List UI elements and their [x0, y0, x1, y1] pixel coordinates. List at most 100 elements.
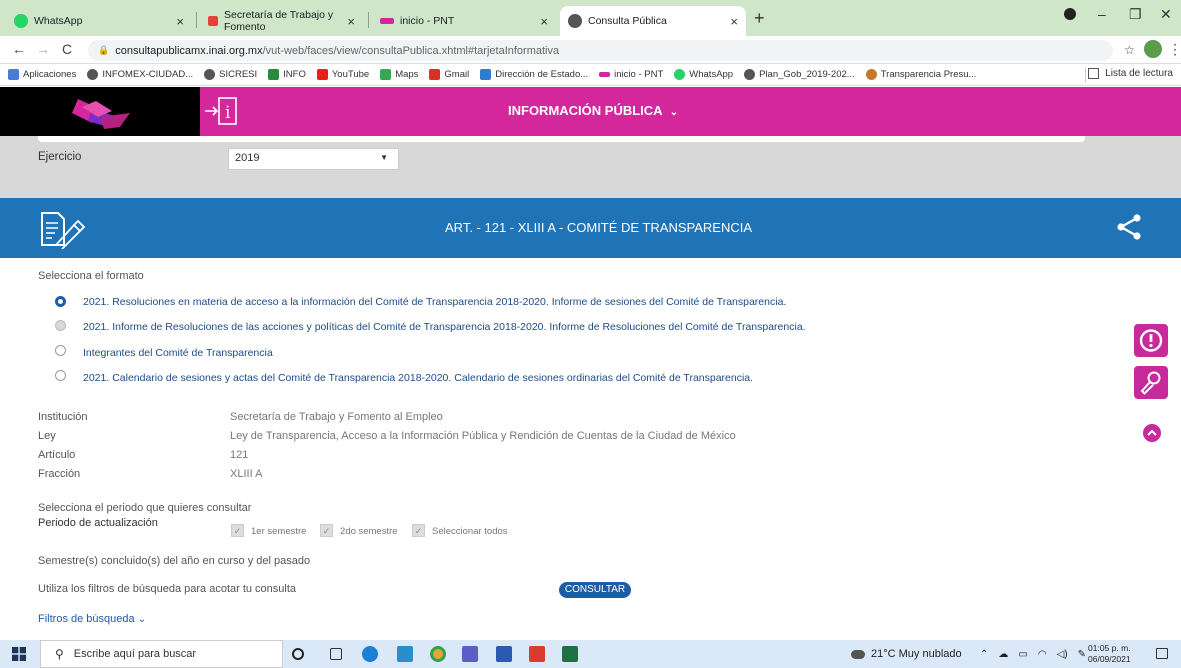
url-field[interactable]: 🔒 consultapublicamx.inai.org.mx /vut-web…: [88, 40, 1113, 61]
page-title[interactable]: INFORMACIÓN PÚBLICA ⌄: [508, 103, 678, 118]
consultar-button[interactable]: CONSULTAR: [559, 582, 631, 598]
bookmark-transparencia[interactable]: Transparencia Presu...: [865, 69, 976, 80]
menu-dots-icon[interactable]: ⋮: [1168, 41, 1181, 58]
windows-taskbar: ⚲ Escribe aquí para buscar 21°C Muy nubl…: [0, 640, 1181, 668]
notifications-icon[interactable]: [1156, 648, 1168, 659]
bookmark-star-icon[interactable]: ☆: [1124, 43, 1135, 57]
tab-label: Secretaría de Trabajo y Fomento: [224, 9, 334, 33]
youtube-icon: [316, 69, 328, 80]
whatsapp-icon: [674, 69, 686, 80]
chrome-icon[interactable]: [430, 646, 446, 662]
format-radio-4[interactable]: [55, 370, 66, 381]
whatsapp-icon: [14, 14, 28, 28]
format-radio-2[interactable]: [55, 320, 66, 331]
close-window-icon[interactable]: ✕: [1160, 6, 1172, 23]
bookmark-plan-gob[interactable]: Plan_Gob_2019-202...: [744, 69, 855, 80]
close-tab-icon[interactable]: ×: [540, 14, 548, 29]
apps-grid-icon: [8, 69, 19, 80]
bookmark-maps[interactable]: Maps: [380, 69, 418, 80]
format-radio-3[interactable]: [55, 345, 66, 356]
windows-start-icon[interactable]: [12, 647, 26, 661]
ejercicio-select[interactable]: 2019 ▼: [228, 148, 399, 170]
maximize-icon[interactable]: ❐: [1129, 6, 1142, 23]
close-tab-icon[interactable]: ×: [347, 14, 355, 29]
bookmark-label: Dirección de Estado...: [495, 69, 589, 80]
file-explorer-icon[interactable]: [397, 646, 413, 662]
bookmark-youtube[interactable]: YouTube: [316, 69, 370, 80]
format-option-1[interactable]: 2021. Resoluciones en materia de acceso …: [83, 296, 786, 308]
checkbox-1er-semestre[interactable]: ✓: [231, 524, 244, 537]
bookmark-label: Aplicaciones: [23, 69, 77, 80]
site-header: i INFORMACIÓN PÚBLICA ⌄: [0, 87, 1181, 136]
globe-icon: [744, 69, 756, 80]
checkbox-2do-semestre[interactable]: ✓: [320, 524, 333, 537]
chevron-down-icon: ⌄: [137, 614, 147, 625]
maps-icon: [380, 69, 392, 80]
excel-icon[interactable]: [562, 646, 578, 662]
alert-button[interactable]: [1134, 324, 1168, 357]
page-title-text: INFORMACIÓN PÚBLICA: [508, 103, 663, 118]
tab-secretaria[interactable]: Secretaría de Trabajo y Fomento ×: [200, 6, 363, 36]
tab-consulta-publica[interactable]: Consulta Pública ×: [560, 6, 746, 36]
site-icon: [865, 69, 877, 80]
back-icon[interactable]: ←: [12, 41, 26, 57]
format-option-2[interactable]: 2021. Informe de Resoluciones de las acc…: [83, 321, 806, 333]
task-view-icon[interactable]: [330, 648, 342, 660]
pnt-logo[interactable]: [0, 87, 200, 136]
checkbox-label[interactable]: 2do semestre: [340, 526, 398, 537]
bookmark-whatsapp[interactable]: WhatsApp: [674, 69, 733, 80]
profile-icon[interactable]: [1064, 8, 1076, 20]
format-radio-1[interactable]: [55, 296, 66, 307]
detail-key: Artículo: [38, 449, 76, 461]
bookmark-sicresi[interactable]: SICRESI: [204, 69, 257, 80]
teams-icon[interactable]: [462, 646, 478, 662]
acrobat-icon[interactable]: [529, 646, 545, 662]
new-tab-button[interactable]: +: [754, 8, 765, 29]
tab-label: WhatsApp: [34, 15, 83, 27]
bookmark-aplicaciones[interactable]: Aplicaciones: [8, 69, 76, 80]
forward-icon[interactable]: →: [36, 41, 50, 57]
format-option-4[interactable]: 2021. Calendario de sesiones y actas del…: [83, 372, 753, 384]
globe-icon: [568, 14, 582, 28]
tools-button[interactable]: [1134, 366, 1168, 399]
bookmark-gmail[interactable]: Gmail: [429, 69, 469, 80]
system-tray[interactable]: ⌃ ☁ ▭ ◠ ◁) ✎: [980, 640, 1086, 668]
cortana-icon[interactable]: [292, 648, 304, 660]
edge-icon[interactable]: [362, 646, 378, 662]
share-icon[interactable]: [1116, 214, 1142, 240]
weather-text: 21°C Muy nublado: [871, 648, 962, 660]
minimize-icon[interactable]: –: [1098, 6, 1106, 22]
bookmark-infomex[interactable]: INFOMEX-CIUDAD...: [87, 69, 193, 80]
format-option-3[interactable]: Integrantes del Comité de Transparencia: [83, 347, 273, 359]
close-tab-icon[interactable]: ×: [176, 14, 184, 29]
bookmark-label: YouTube: [331, 69, 370, 80]
close-tab-icon[interactable]: ×: [730, 14, 738, 29]
checkbox-seleccionar-todos[interactable]: ✓: [412, 524, 425, 537]
avatar[interactable]: [1144, 40, 1162, 58]
bookmark-info[interactable]: INFO: [268, 69, 306, 80]
tab-whatsapp[interactable]: WhatsApp ×: [6, 6, 192, 36]
scroll-up-button[interactable]: [1143, 424, 1161, 442]
weather-widget[interactable]: 21°C Muy nublado: [851, 640, 962, 668]
reload-icon[interactable]: C: [62, 41, 72, 57]
info-arrow-icon[interactable]: i: [204, 95, 238, 127]
info-site-icon: [268, 69, 280, 80]
address-bar: ← → C 🔒 consultapublicamx.inai.org.mx /v…: [0, 36, 1181, 64]
ejercicio-band: [0, 136, 1181, 198]
checkbox-label[interactable]: Seleccionar todos: [432, 526, 508, 537]
taskbar-search[interactable]: ⚲ Escribe aquí para buscar: [40, 640, 283, 668]
battery-icon: ▭: [1018, 648, 1028, 660]
alert-icon: [1139, 329, 1163, 352]
tab-divider: [196, 12, 197, 28]
checkbox-label[interactable]: 1er semestre: [251, 526, 306, 537]
wifi-icon: ◠: [1037, 648, 1047, 660]
reading-list-button[interactable]: Lista de lectura: [1088, 68, 1173, 79]
bookmark-inicio-pnt[interactable]: inicio - PNT: [599, 69, 663, 80]
speaker-icon: ◁): [1056, 648, 1068, 660]
search-icon: ⚲: [55, 647, 64, 661]
bookmark-direccion[interactable]: Dirección de Estado...: [480, 69, 588, 80]
filters-link[interactable]: Filtros de búsqueda ⌄: [38, 613, 146, 625]
clock[interactable]: 01:05 p. m. 06/09/2021: [1088, 643, 1131, 665]
word-icon[interactable]: [496, 646, 512, 662]
tab-inicio-pnt[interactable]: inicio - PNT ×: [372, 6, 556, 36]
